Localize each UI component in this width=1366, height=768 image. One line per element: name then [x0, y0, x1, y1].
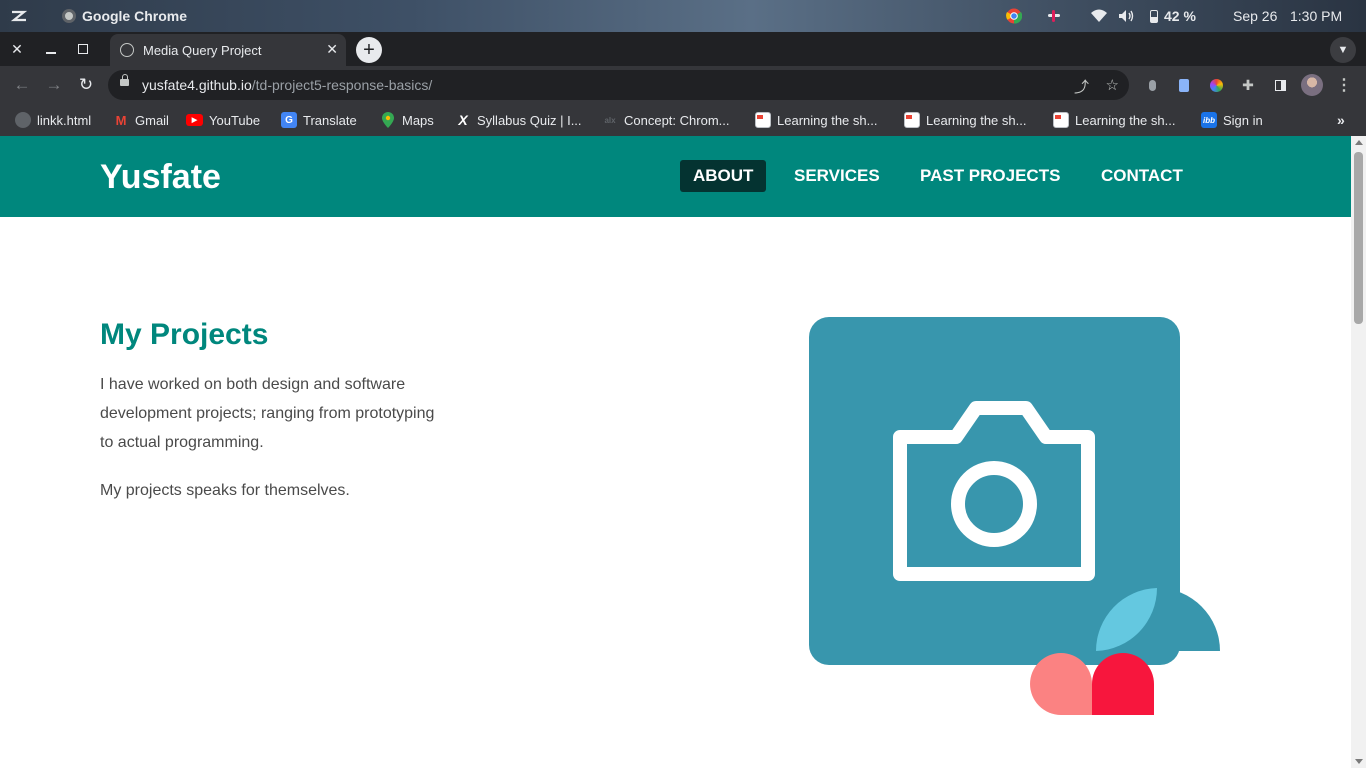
url-text[interactable]: yusfate4.github.io/td-project5-response-… — [142, 77, 432, 93]
tab-search-icon[interactable]: ▼ — [1330, 37, 1356, 63]
close-window-icon[interactable]: ✕ — [7, 39, 27, 59]
decorative-half-circle — [1157, 588, 1220, 651]
bookmark-learning-2[interactable]: Learning the sh... — [904, 104, 1026, 136]
launcher-icon[interactable] — [10, 0, 28, 32]
battery-status[interactable]: 42 % — [1150, 0, 1196, 32]
date[interactable]: Sep 26 — [1233, 0, 1277, 32]
extensions-puzzle-icon[interactable]: ✚ — [1238, 75, 1258, 95]
url-path: /td-project5-response-basics/ — [251, 77, 433, 93]
intro-paragraph: I have worked on both design and softwar… — [100, 376, 435, 451]
clock[interactable]: 1:30 PM — [1290, 0, 1342, 32]
translate-icon: G — [281, 112, 297, 128]
tab-media-query-project[interactable]: Media Query Project ✕ — [110, 34, 346, 66]
bookmark-concept[interactable]: alx Concept: Chrom... — [602, 104, 730, 136]
bookmark-label: Learning the sh... — [926, 112, 1027, 128]
side-panel-icon[interactable] — [1270, 75, 1290, 95]
nav-past-projects[interactable]: PAST PROJECTS — [907, 160, 1073, 192]
profile-avatar[interactable] — [1300, 73, 1324, 97]
chrome-tray-icon[interactable] — [1006, 0, 1022, 32]
battery-icon — [1150, 9, 1158, 23]
scrollbar-thumb[interactable] — [1354, 152, 1363, 324]
page-title: My Projects — [100, 318, 269, 351]
globe-icon — [120, 43, 134, 57]
page-scrollbar[interactable] — [1351, 136, 1366, 768]
gmail-icon: M — [115, 112, 127, 128]
doc-icon — [904, 112, 920, 128]
site-header: Yusfate ABOUT SERVICES PAST PROJECTS CON… — [0, 136, 1351, 217]
reload-icon[interactable]: ↻ — [75, 74, 97, 96]
extension-docs-icon[interactable] — [1174, 75, 1194, 95]
active-app-name: Google Chrome — [82, 8, 188, 24]
nav-contact[interactable]: CONTACT — [1088, 160, 1196, 192]
scroll-down-icon[interactable] — [1355, 759, 1363, 764]
youtube-icon: ▶ — [186, 114, 203, 126]
share-icon[interactable]: ⤴ — [1074, 76, 1089, 97]
back-icon[interactable]: ← — [11, 74, 33, 96]
chrome-menu-icon[interactable]: ⋮ — [1334, 75, 1354, 95]
decorative-red-drop — [1092, 653, 1154, 715]
bookmark-syllabus-quiz[interactable]: X Syllabus Quiz | I... — [455, 104, 582, 136]
nav-services[interactable]: SERVICES — [781, 160, 893, 192]
browser-toolbar: ← → ↻ yusfate4.github.io/td-project5-res… — [0, 66, 1366, 104]
bookmark-label: linkk.html — [37, 112, 92, 128]
closing-paragraph: My projects speaks for themselves. — [100, 482, 350, 499]
volume-icon[interactable] — [1118, 0, 1136, 32]
scroll-up-icon[interactable] — [1355, 140, 1363, 145]
wifi-icon[interactable] — [1090, 0, 1108, 32]
bookmark-sign-in[interactable]: ibb Sign in — [1201, 104, 1263, 136]
bookmark-gmail[interactable]: M Gmail — [113, 104, 169, 136]
chrome-app-icon — [62, 9, 76, 23]
doc-icon — [755, 112, 771, 128]
forward-icon[interactable]: → — [43, 74, 65, 96]
new-tab-button[interactable]: + — [356, 37, 382, 63]
bookmark-label: Gmail — [135, 112, 169, 128]
x-icon: X — [458, 112, 468, 128]
nav-about[interactable]: ABOUT — [680, 160, 767, 192]
alx-icon: alx — [604, 115, 616, 125]
active-app: Google Chrome — [62, 0, 187, 32]
hero-illustration — [809, 317, 1220, 715]
bookmark-label: Concept: Chrom... — [624, 112, 730, 128]
bookmarks-bar: linkk.html M Gmail ▶ YouTube G Translate… — [0, 104, 1366, 136]
bookmark-linkk[interactable]: linkk.html — [15, 104, 91, 136]
bookmark-label: Translate — [303, 112, 357, 128]
slack-tray-icon[interactable] — [1046, 0, 1062, 32]
close-tab-icon[interactable]: ✕ — [326, 41, 338, 58]
ibb-icon: ibb — [1201, 112, 1217, 128]
bookmark-youtube[interactable]: ▶ YouTube — [186, 104, 260, 136]
extension-mouse-icon[interactable] — [1142, 75, 1162, 95]
minimize-window-icon[interactable] — [41, 39, 61, 59]
bookmark-learning-3[interactable]: Learning the sh... — [1053, 104, 1175, 136]
bookmark-label: Maps — [402, 112, 434, 128]
lock-icon — [120, 74, 129, 86]
bookmark-translate[interactable]: G Translate — [281, 104, 357, 136]
tab-strip: ✕ Media Query Project ✕ + ▼ — [0, 32, 1366, 66]
globe-icon — [15, 112, 31, 128]
bookmark-label: Syllabus Quiz | I... — [477, 112, 582, 128]
battery-percent: 42 % — [1164, 8, 1196, 24]
site-logo[interactable]: Yusfate — [100, 158, 221, 197]
bookmark-maps[interactable]: Maps — [380, 104, 434, 136]
bookmark-star-icon[interactable]: ☆ — [1106, 76, 1119, 94]
extension-color-icon[interactable] — [1206, 75, 1226, 95]
address-bar[interactable]: yusfate4.github.io/td-project5-response-… — [108, 70, 1129, 100]
decorative-pink-drop — [1030, 653, 1092, 715]
url-host: yusfate4.github.io — [142, 77, 252, 93]
bookmark-learning-1[interactable]: Learning the sh... — [755, 104, 877, 136]
bookmark-label: Sign in — [1223, 112, 1263, 128]
page-viewport: Yusfate ABOUT SERVICES PAST PROJECTS CON… — [0, 136, 1351, 768]
bookmark-label: Learning the sh... — [777, 112, 878, 128]
bookmarks-overflow-icon[interactable]: » — [1337, 104, 1345, 136]
browser-chrome: ✕ Media Query Project ✕ + ▼ ← → ↻ yusfat… — [0, 32, 1366, 136]
restore-window-icon[interactable] — [73, 39, 93, 59]
maps-icon — [380, 112, 396, 128]
bookmark-label: YouTube — [209, 112, 261, 128]
os-top-bar: Google Chrome 42 % Sep 26 1:30 PM — [0, 0, 1366, 32]
tab-title: Media Query Project — [143, 43, 262, 58]
bookmark-label: Learning the sh... — [1075, 112, 1176, 128]
doc-icon — [1053, 112, 1069, 128]
